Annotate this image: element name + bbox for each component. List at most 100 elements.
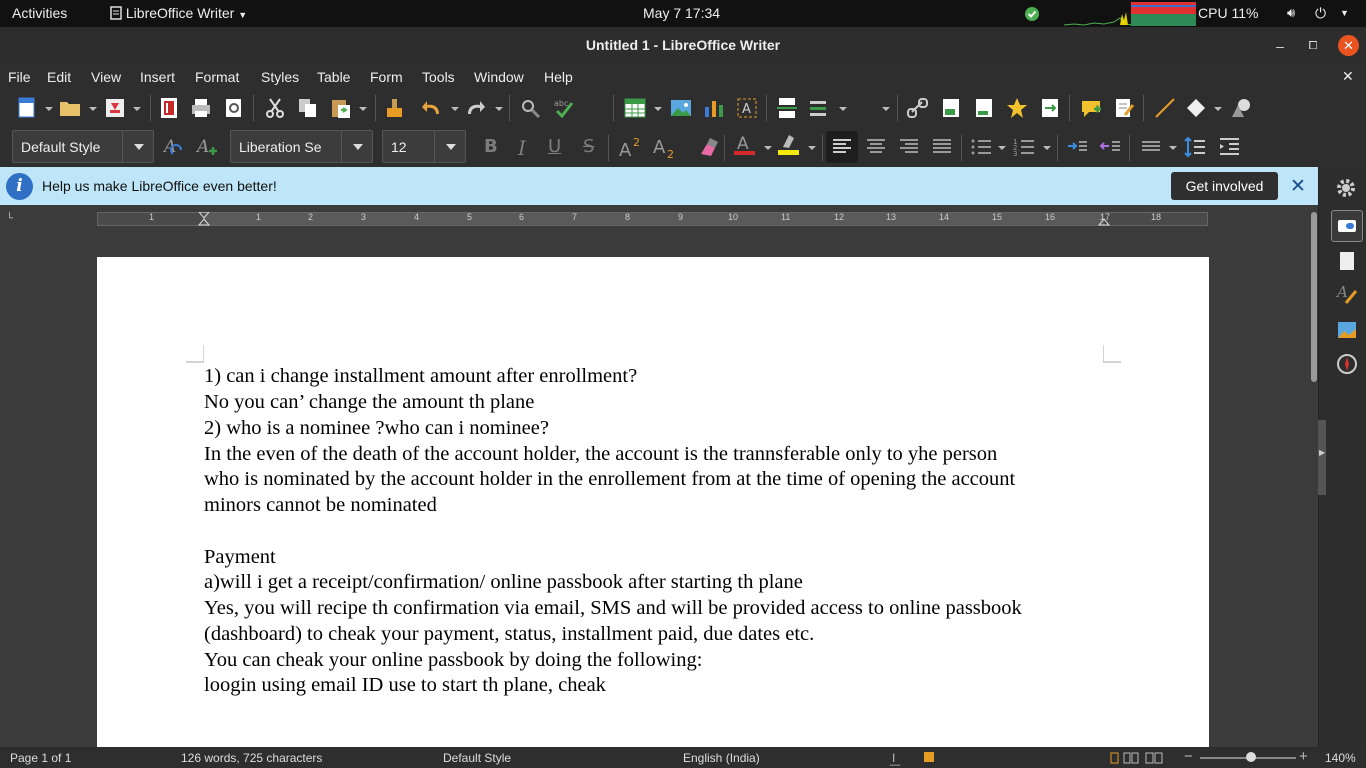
text-line[interactable]: No you can’ change the amount th plane	[204, 391, 534, 414]
paste-dropdown-icon[interactable]	[359, 107, 367, 111]
system-menu-chevron-icon[interactable]: ▼	[1340, 8, 1349, 18]
indent-marker-icon[interactable]	[198, 212, 210, 226]
ordered-list-icon[interactable]: 123	[1013, 136, 1035, 158]
menu-help[interactable]: Help	[544, 69, 573, 85]
insert-chart-icon[interactable]	[703, 97, 725, 119]
insert-table-dropdown-icon[interactable]	[654, 107, 662, 111]
text-line[interactable]: minors cannot be nominated	[204, 494, 437, 517]
basic-shapes-icon[interactable]	[1185, 97, 1207, 119]
document-modified-icon[interactable]	[924, 752, 934, 762]
tab-stop-type-icon[interactable]: └	[6, 213, 13, 224]
insert-image-icon[interactable]	[670, 97, 692, 119]
get-involved-button[interactable]: Get involved	[1171, 172, 1278, 200]
open-folder-icon[interactable]	[59, 97, 81, 119]
insert-hyperlink-icon[interactable]	[907, 97, 929, 119]
sidebar-collapse-handle[interactable]: ▶	[1318, 420, 1326, 495]
insert-cross-reference-icon[interactable]	[1039, 97, 1061, 119]
draw-functions-icon[interactable]	[1230, 97, 1252, 119]
insert-comment-icon[interactable]	[1080, 97, 1102, 119]
save-icon[interactable]	[104, 97, 126, 119]
menu-styles[interactable]: Styles	[261, 69, 299, 85]
undo-dropdown-icon[interactable]	[451, 107, 459, 111]
view-layout-icons[interactable]	[1110, 752, 1168, 764]
word-count[interactable]: 126 words, 725 characters	[181, 751, 322, 765]
power-icon[interactable]: ⏻	[1315, 5, 1326, 22]
paragraph-indent-icon[interactable]	[1218, 136, 1240, 158]
track-changes-icon[interactable]	[1113, 97, 1135, 119]
bold-icon[interactable]: B	[484, 136, 498, 157]
italic-icon[interactable]: I	[518, 136, 526, 160]
document-page[interactable]: 1) can i change installment amount after…	[97, 257, 1209, 747]
volume-icon[interactable]: 🔊︎	[1287, 5, 1295, 21]
menu-format[interactable]: Format	[195, 69, 239, 85]
vertical-scrollbar[interactable]	[1310, 205, 1318, 747]
text-line[interactable]: loogin using email ID use to start th pl…	[204, 674, 606, 697]
unordered-list-dropdown-icon[interactable]	[998, 146, 1006, 150]
app-menu[interactable]: LibreOffice Writer ▼	[110, 5, 247, 21]
close-info-bar-icon[interactable]: ✕	[1290, 175, 1306, 198]
align-center-icon[interactable]	[865, 136, 887, 158]
font-color-icon[interactable]: A	[733, 133, 755, 155]
insert-endnote-icon[interactable]	[973, 97, 995, 119]
strikethrough-icon[interactable]: S	[583, 136, 594, 157]
zoom-out-icon[interactable]: −	[1184, 748, 1193, 765]
zoom-slider-handle[interactable]	[1246, 752, 1256, 762]
check-shield-icon[interactable]	[1024, 6, 1040, 22]
page-style[interactable]: Default Style	[443, 751, 511, 765]
right-indent-marker-icon[interactable]	[1098, 212, 1110, 226]
text-line[interactable]: who is nominated by the account holder i…	[204, 468, 1015, 491]
new-style-icon[interactable]: A	[196, 136, 218, 158]
clock[interactable]: May 7 17:34	[643, 5, 720, 21]
export-pdf-icon[interactable]	[158, 97, 180, 119]
ordered-list-dropdown-icon[interactable]	[1043, 146, 1051, 150]
clear-formatting-icon[interactable]	[697, 136, 719, 158]
open-dropdown-icon[interactable]	[89, 107, 97, 111]
text-line[interactable]: 2) who is a nominee ?who can i nominee?	[204, 417, 549, 440]
insert-bookmark-icon[interactable]	[1006, 97, 1028, 119]
justify-icon[interactable]	[931, 136, 953, 158]
menu-tools[interactable]: Tools	[422, 69, 455, 85]
text-line[interactable]: 1) can i change installment amount after…	[204, 365, 637, 388]
spelling-icon[interactable]: abc	[553, 97, 575, 119]
paragraph-spacing-dropdown-icon[interactable]	[1169, 146, 1177, 150]
maximize-button[interactable]: ⧠	[1303, 36, 1323, 56]
paste-icon[interactable]	[330, 97, 352, 119]
text-line[interactable]: a)will i get a receipt/confirmation/ onl…	[204, 571, 803, 594]
font-name-combo[interactable]: Liberation Se	[230, 130, 373, 163]
print-preview-icon[interactable]	[223, 97, 245, 119]
insert-text-box-icon[interactable]: A	[736, 97, 758, 119]
redo-icon[interactable]	[464, 97, 486, 119]
special-character-dropdown-icon[interactable]	[882, 107, 890, 111]
ruler-track[interactable]: 1 1 2 3 4 5 6 7 8 9 10 11 12 13 14 15 16…	[97, 212, 1208, 226]
align-right-icon[interactable]	[898, 136, 920, 158]
cut-icon[interactable]	[264, 97, 286, 119]
insert-footnote-icon[interactable]	[940, 97, 962, 119]
gallery-tab-icon[interactable]	[1336, 319, 1358, 341]
undo-icon[interactable]	[421, 97, 443, 119]
basic-shapes-dropdown-icon[interactable]	[1214, 107, 1222, 111]
minimize-button[interactable]: –	[1270, 36, 1290, 56]
highlighting-color-icon[interactable]	[777, 133, 799, 155]
print-icon[interactable]	[190, 97, 212, 119]
vertical-scrollbar-thumb[interactable]	[1311, 212, 1317, 382]
insert-field-icon[interactable]	[808, 97, 830, 119]
paragraph-spacing-icon[interactable]	[1140, 136, 1162, 158]
insert-page-break-icon[interactable]	[776, 97, 798, 119]
text-line[interactable]: Yes, you will recipe th confirmation via…	[204, 597, 1022, 620]
font-size-dropdown-icon[interactable]	[434, 131, 465, 162]
unordered-list-icon[interactable]	[970, 136, 992, 158]
properties-tab[interactable]	[1331, 210, 1363, 242]
language[interactable]: English (India)	[683, 751, 760, 765]
align-left-button[interactable]	[826, 131, 858, 163]
text-line[interactable]: (dashboard) to cheak your payment, statu…	[204, 623, 814, 646]
cpu-indicator[interactable]: CPU 11%	[1198, 5, 1258, 21]
copy-icon[interactable]	[297, 97, 319, 119]
close-button[interactable]: ✕	[1338, 35, 1359, 56]
menu-view[interactable]: View	[91, 69, 121, 85]
close-document-icon[interactable]: ✕	[1342, 68, 1354, 85]
insert-table-icon[interactable]	[624, 97, 646, 119]
menu-window[interactable]: Window	[474, 69, 524, 85]
text-line[interactable]: You can cheak your online passbook by do…	[204, 649, 702, 672]
navigator-tab-icon[interactable]	[1336, 353, 1358, 375]
sidebar-settings-gear-icon[interactable]	[1335, 177, 1357, 199]
